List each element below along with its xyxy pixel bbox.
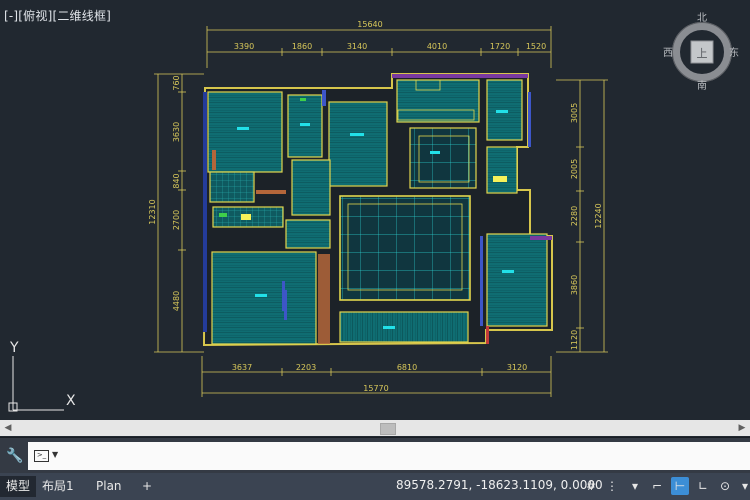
tab-layout1[interactable]: 布局1 [36,476,80,497]
viewcube-face-label: 上 [697,47,708,60]
room-dining [409,127,477,189]
dim-bottom-3: 6810 [397,363,417,372]
chevron-down-icon[interactable]: ▾ [736,477,750,495]
dim-bottom-total: 15770 [363,384,388,393]
customize-wrench-icon[interactable]: 🔧 [6,448,23,464]
ucs-y-label: Y [9,340,19,356]
ucs-x-label: X [66,393,76,409]
dim-top-3: 3140 [347,42,367,51]
viewcube-west[interactable]: 西 [663,48,673,59]
ortho-icon[interactable]: ∟ [694,477,712,495]
snap-icon[interactable]: ⋮ [603,477,621,495]
room-living [339,195,471,301]
room-storage [209,171,255,203]
chevron-down-icon[interactable]: ▾ [626,477,644,495]
dim-right-2: 2005 [570,159,579,179]
horizontal-scrollbar[interactable]: ◀ ▶ [0,420,750,436]
room-right-bedroom [486,233,548,327]
add-layout-button[interactable]: + [136,476,158,497]
viewcube-north[interactable]: 北 [697,12,707,24]
status-bar: 模型 布局1 Plan + 89578.2791, -18623.1109, 0… [0,473,750,500]
dim-bottom-4: 3120 [507,363,527,372]
command-input[interactable]: >_ ▼ [28,442,750,470]
dim-bottom-1: 3637 [232,363,252,372]
dim-top-4: 4010 [427,42,447,51]
scroll-left-icon[interactable]: ◀ [0,420,16,436]
dim-bottom-2: 2203 [296,363,316,372]
command-prompt-icon[interactable]: >_ [34,450,49,462]
command-line-bar: 🔧 >_ ▼ [0,437,750,474]
room-top-middle [396,79,480,123]
dim-left-4: 2700 [172,210,181,230]
dim-left-5: 4480 [172,291,181,311]
infer-constraints-icon[interactable]: ⌐ [648,477,666,495]
room-right-small [486,146,518,194]
drawing-viewport[interactable]: [-][俯视][二维线框] 15640 3390 1860 3140 4010 … [0,0,750,420]
room-bedroom-1 [207,91,283,173]
dim-top-total: 15640 [357,20,382,29]
floor-plan-canvas[interactable]: 15640 3390 1860 3140 4010 1720 1520 3637… [0,0,750,420]
dim-right-total: 12240 [594,203,603,228]
chevron-down-icon[interactable]: ▼ [52,450,58,459]
polar-tracking-icon[interactable]: ⊙ [716,477,734,495]
room-corridor [285,219,331,249]
tab-model[interactable]: 模型 [0,476,37,497]
scroll-thumb[interactable] [380,423,396,435]
dim-left-1: 760 [172,75,181,90]
dim-left-2: 3630 [172,122,181,142]
dim-top-2: 1860 [292,42,312,51]
tab-plan[interactable]: Plan [90,476,128,497]
coordinates-readout: 89578.2791, -18623.1109, 0.0000 [396,478,603,492]
grid-icon[interactable]: # [582,477,600,495]
dim-right-3: 2280 [570,206,579,226]
viewcube-south[interactable]: 南 [697,79,707,92]
scroll-right-icon[interactable]: ▶ [734,420,750,436]
room-balcony [339,311,469,343]
dim-top-1: 3390 [234,42,254,51]
room-bedroom-2 [328,101,388,187]
dim-left-total: 12310 [148,199,157,224]
viewcube-east[interactable]: 东 [729,46,739,59]
dim-right-5: 1120 [570,330,579,350]
room-closet [291,159,331,216]
ucs-icon: Y X [8,340,76,412]
dynamic-input-icon[interactable]: ⊢ [671,477,689,495]
viewcube[interactable]: 上 北 南 东 西 [663,12,739,92]
dim-right-1: 3005 [570,103,579,123]
dim-right-4: 3860 [570,275,579,295]
room-master-bedroom [211,251,317,345]
dim-left-3: 840 [172,173,181,188]
dim-top-6: 1520 [526,42,546,51]
dim-top-5: 1720 [490,42,510,51]
